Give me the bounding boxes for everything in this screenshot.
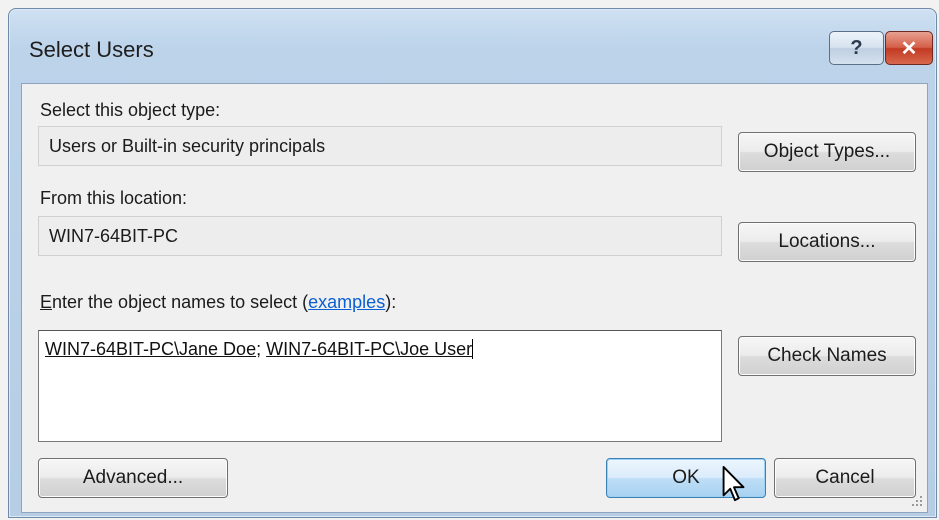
- select-users-dialog: Select Users ? ✕ Select this object type…: [8, 8, 937, 518]
- object-names-label-end: ):: [385, 292, 397, 312]
- resize-grip-icon[interactable]: [909, 494, 923, 508]
- name-separator: ;: [256, 339, 267, 359]
- arrow-cursor-icon: [722, 466, 745, 502]
- object-type-field: Users or Built-in security principals: [38, 126, 722, 166]
- close-button[interactable]: ✕: [885, 31, 933, 65]
- object-types-button[interactable]: Object Types...: [738, 132, 916, 172]
- dialog-title: Select Users: [29, 37, 154, 62]
- text-caret: [472, 339, 474, 359]
- locations-button[interactable]: Locations...: [738, 222, 916, 262]
- check-names-button[interactable]: Check Names: [738, 336, 916, 376]
- dialog-body: Select this object type: Users or Built-…: [21, 83, 928, 513]
- help-button[interactable]: ?: [829, 31, 884, 65]
- examples-link[interactable]: examples: [308, 292, 385, 312]
- object-names-label: Enter the object names to select (exampl…: [40, 292, 396, 313]
- object-names-label-accel: E: [40, 292, 53, 312]
- name-entry-joe[interactable]: WIN7-64BIT-PC\Joe User: [266, 339, 472, 359]
- close-icon: ✕: [900, 37, 918, 60]
- advanced-button[interactable]: Advanced...: [38, 458, 228, 498]
- location-label: From this location:: [40, 188, 188, 208]
- name-entry-jane[interactable]: WIN7-64BIT-PC\Jane Doe: [45, 339, 256, 359]
- object-names-input[interactable]: WIN7-64BIT-PC\Jane Doe; WIN7-64BIT-PC\Jo…: [38, 330, 722, 442]
- object-type-label: Select this object type:: [40, 100, 221, 120]
- cancel-button[interactable]: Cancel: [774, 458, 916, 498]
- object-names-label-text: nter the object names to select (: [52, 292, 309, 312]
- help-icon: ?: [850, 36, 863, 59]
- title-bar[interactable]: Select Users ? ✕: [9, 9, 936, 85]
- location-field: WIN7-64BIT-PC: [38, 216, 722, 256]
